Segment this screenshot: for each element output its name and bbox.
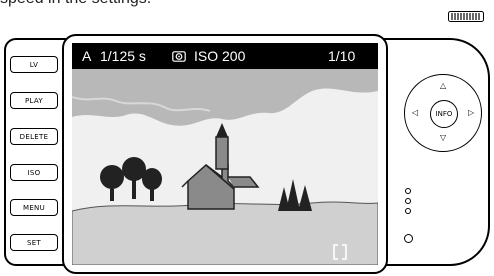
menu-button[interactable]: MENU xyxy=(10,199,58,216)
iso-value: ISO 200 xyxy=(194,48,246,64)
thumbwheel-icon[interactable] xyxy=(448,11,484,22)
info-button[interactable]: INFO xyxy=(430,100,458,128)
status-led-1 xyxy=(405,188,411,194)
delete-button[interactable]: DELETE xyxy=(10,128,58,145)
play-button[interactable]: PLAY xyxy=(10,92,58,109)
instruction-text: speed in the settings. xyxy=(0,0,151,8)
status-led-3 xyxy=(405,208,411,214)
camera-grip xyxy=(390,38,490,266)
lv-button[interactable]: LV xyxy=(10,56,58,73)
lcd-screen: A 1/125 s ISO 200 1/10 xyxy=(72,43,378,265)
up-arrow-icon[interactable]: △ xyxy=(440,82,446,90)
down-arrow-icon[interactable]: ▽ xyxy=(440,134,446,142)
right-arrow-icon[interactable]: ▷ xyxy=(468,109,474,117)
left-arrow-icon[interactable]: ◁ xyxy=(412,109,418,117)
status-indicator-icon xyxy=(404,234,413,243)
preview-image xyxy=(72,69,378,265)
navigation-pad[interactable]: △ ▽ ◁ ▷ INFO xyxy=(404,74,482,152)
metering-icon xyxy=(172,51,186,62)
exposure-mode: A xyxy=(82,48,92,64)
iso-button[interactable]: ISO xyxy=(10,164,58,181)
status-led-2 xyxy=(405,198,411,204)
frame-counter: 1/10 xyxy=(328,48,356,64)
set-button[interactable]: SET xyxy=(10,234,58,251)
shutter-speed: 1/125 s xyxy=(100,48,146,64)
info-bar: A 1/125 s ISO 200 1/10 xyxy=(72,43,378,69)
